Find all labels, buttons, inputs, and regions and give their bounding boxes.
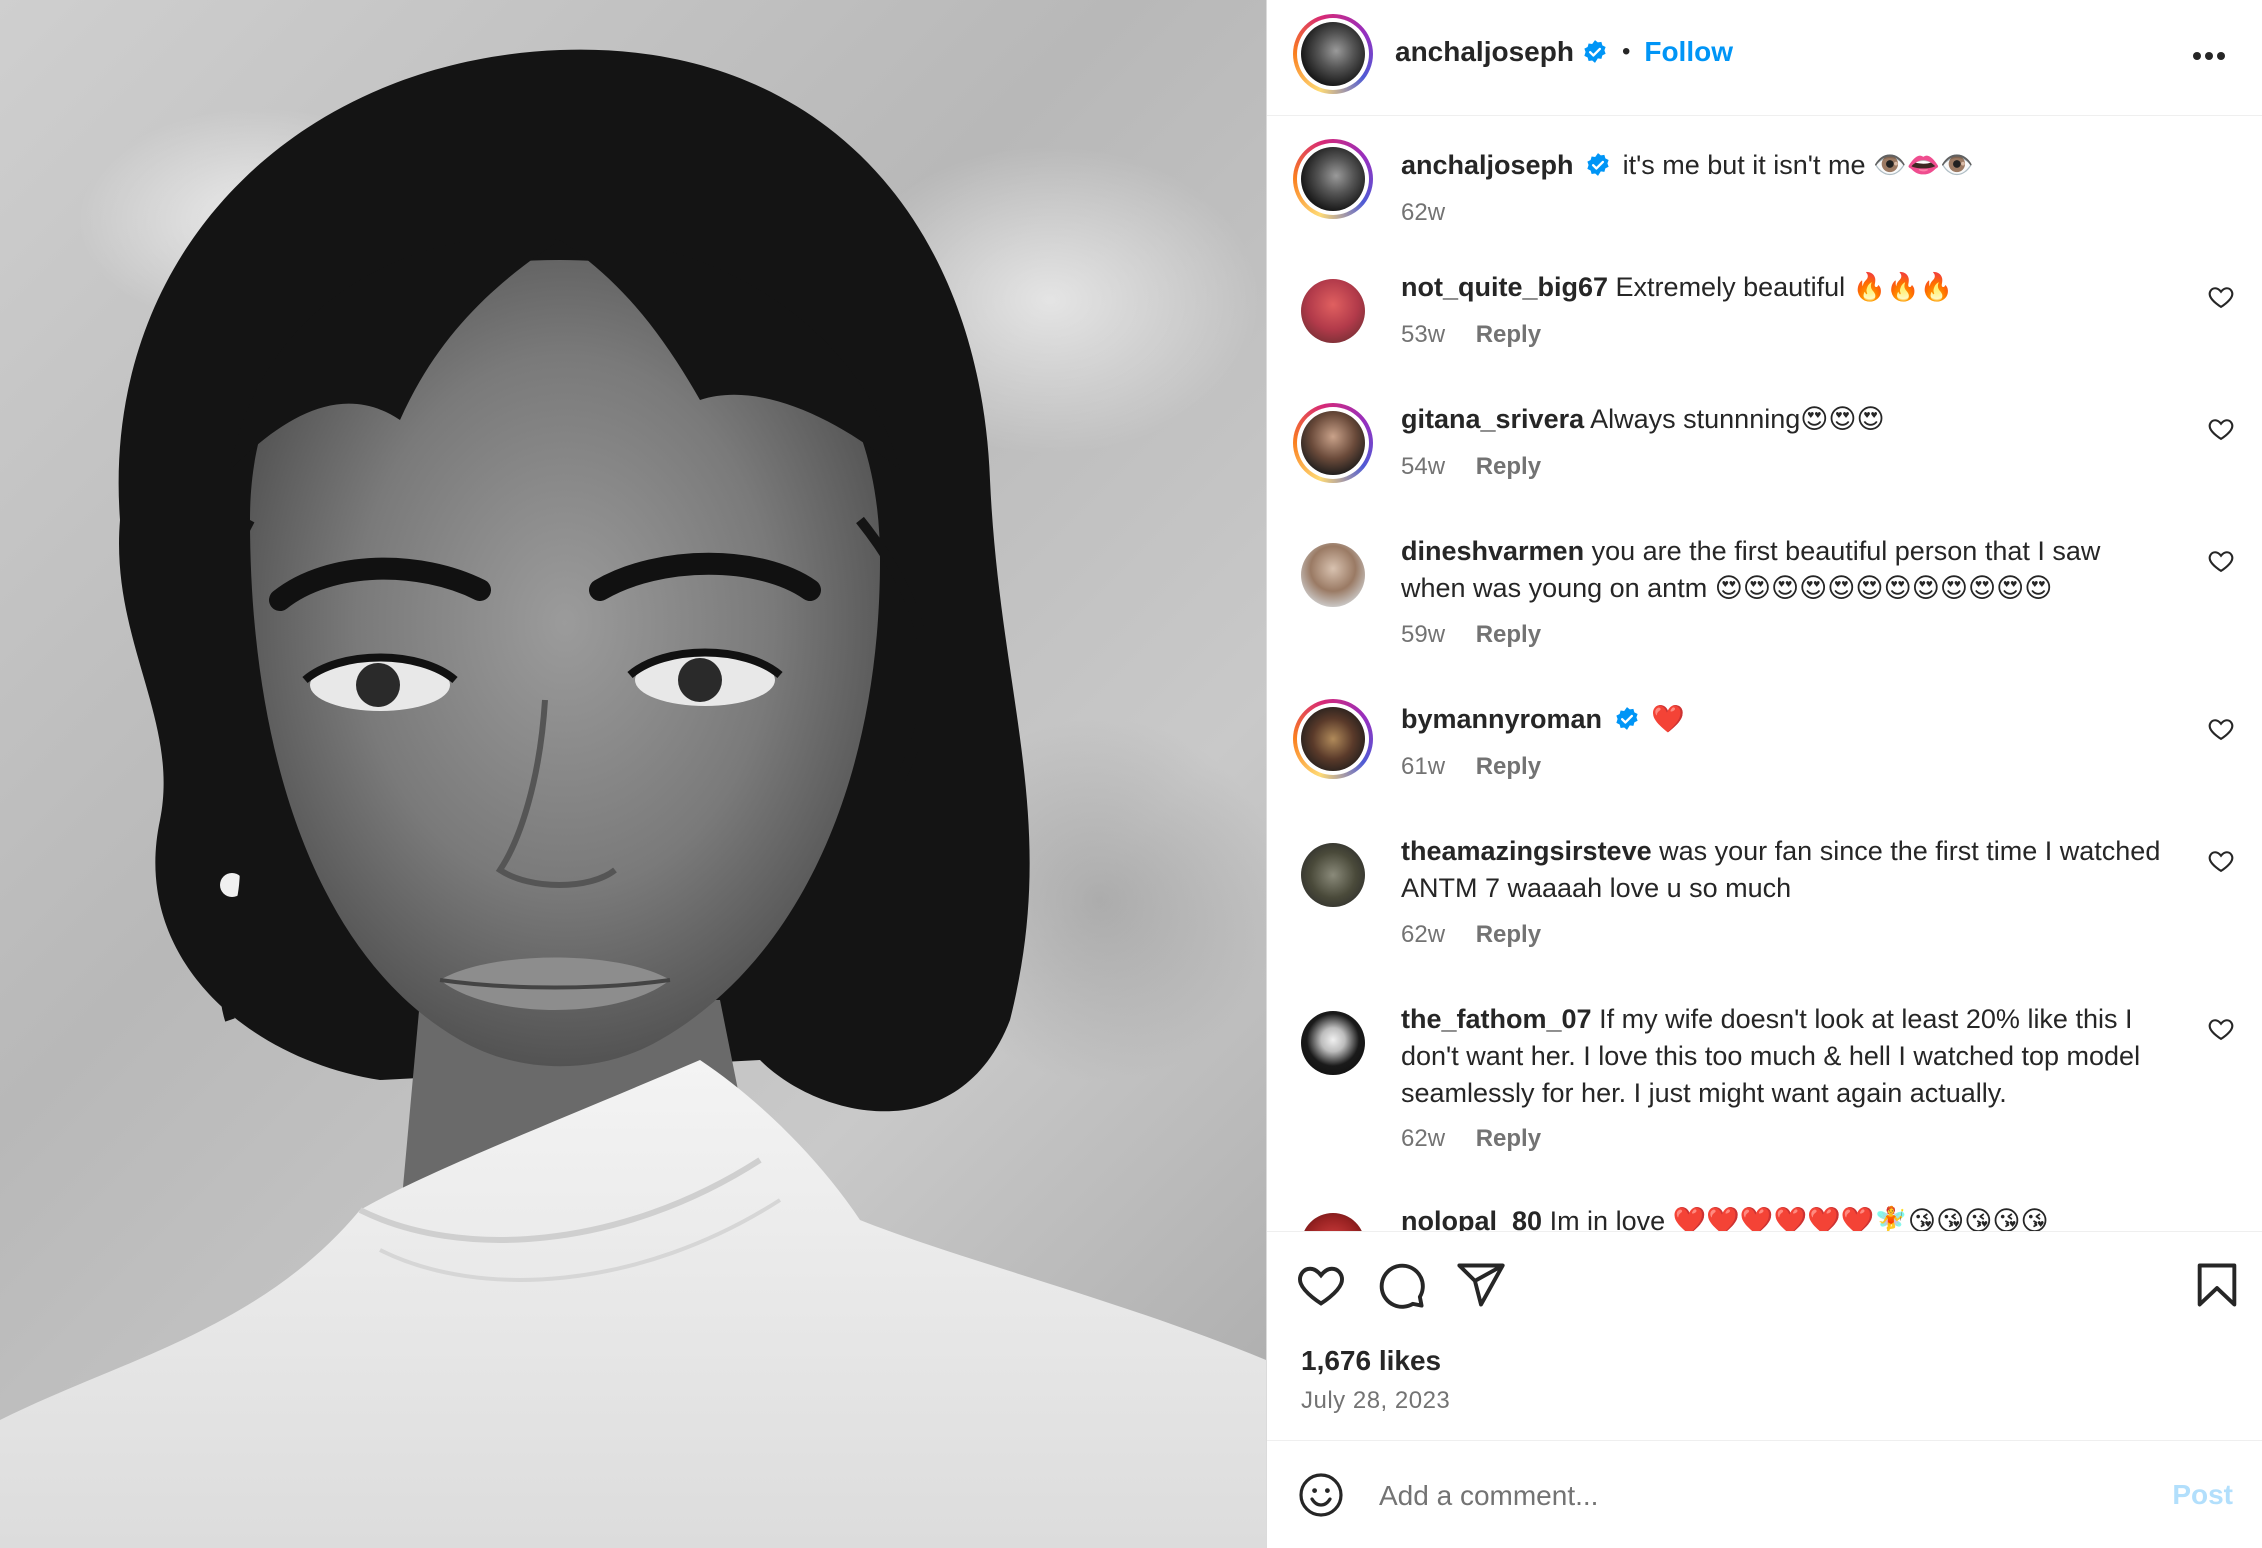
comment-icon[interactable] — [1375, 1259, 1427, 1311]
comment-meta: 53w Reply — [1401, 321, 1541, 349]
verified-badge-icon — [1615, 707, 1638, 730]
comment-meta: 62w Reply — [1401, 1125, 1541, 1153]
commenter-avatar[interactable] — [1301, 1011, 1365, 1075]
bookmark-icon[interactable] — [2191, 1259, 2243, 1311]
comment-time[interactable]: 53w — [1401, 321, 1445, 348]
heart-icon[interactable] — [1295, 1259, 1347, 1311]
verified-badge-icon — [1584, 40, 1606, 63]
reply-button[interactable]: Reply — [1476, 1125, 1541, 1152]
heart-icon[interactable] — [2207, 1015, 2235, 1043]
comment-time[interactable]: 61w — [1401, 753, 1445, 780]
comment-time[interactable]: 62w — [1401, 921, 1445, 948]
likes-count[interactable]: 1,676 likes — [1301, 1345, 1441, 1377]
comment-meta: 59w Reply — [1401, 621, 1541, 649]
heart-icon[interactable] — [2207, 415, 2235, 443]
post-button[interactable]: Post — [2172, 1479, 2233, 1511]
comment-body: ❤️ — [1651, 704, 1685, 734]
reply-button[interactable]: Reply — [1476, 921, 1541, 948]
comment-username[interactable]: bymannyroman — [1401, 704, 1602, 734]
comment-username[interactable]: not_quite_big67 — [1401, 272, 1608, 302]
comment-username[interactable]: dineshvarmen — [1401, 536, 1584, 566]
separator-dot: • — [1621, 38, 1631, 65]
comment-text: theamazingsirsteve was your fan since th… — [1401, 833, 2161, 907]
post-panel: anchaljoseph • Follow anchaljoseph it's … — [1266, 0, 2262, 1548]
heart-icon[interactable] — [2207, 847, 2235, 875]
reply-button[interactable]: Reply — [1476, 321, 1541, 348]
comment-time[interactable]: 62w — [1401, 1125, 1445, 1152]
caption-username[interactable]: anchaljoseph — [1401, 150, 1574, 180]
comment-username[interactable]: theamazingsirsteve — [1401, 836, 1652, 866]
emoji-icon[interactable] — [1297, 1471, 1345, 1519]
comment-text: dineshvarmen you are the first beautiful… — [1401, 533, 2161, 607]
commenter-avatar[interactable] — [1293, 699, 1373, 779]
comment-text: not_quite_big67 Extremely beautiful 🔥🔥🔥 — [1401, 269, 2161, 306]
reply-button[interactable]: Reply — [1476, 621, 1541, 648]
caption-body: it's me but it isn't me 👁️👄👁️ — [1622, 150, 1974, 180]
post-date[interactable]: July 28, 2023 — [1301, 1387, 1450, 1415]
share-icon[interactable] — [1455, 1259, 1507, 1311]
comment-meta: 61w Reply — [1401, 753, 1541, 781]
comments-list[interactable]: anchaljoseph it's me but it isn't me 👁️👄… — [1267, 117, 2262, 1232]
heart-icon[interactable] — [2207, 715, 2235, 743]
reply-button[interactable]: Reply — [1476, 453, 1541, 480]
caption-meta: 62w — [1401, 199, 1445, 227]
comment-input[interactable] — [1379, 1471, 2079, 1521]
post-header: anchaljoseph • Follow — [1267, 0, 2262, 116]
follow-button[interactable]: Follow — [1644, 36, 1733, 68]
author-username[interactable]: anchaljoseph — [1395, 36, 1574, 68]
post-image[interactable] — [0, 0, 1266, 1548]
portrait-photo — [0, 49, 1266, 1548]
caption-avatar[interactable] — [1293, 139, 1373, 219]
verified-badge-icon — [1587, 153, 1609, 176]
commenter-avatar[interactable] — [1293, 403, 1373, 483]
comment-time[interactable]: 54w — [1401, 453, 1445, 480]
commenter-avatar[interactable] — [1301, 1213, 1365, 1231]
comment-username[interactable]: nolopal_80 — [1401, 1206, 1542, 1231]
author-avatar[interactable] — [1293, 14, 1373, 94]
caption-time[interactable]: 62w — [1401, 199, 1445, 226]
heart-icon[interactable] — [2207, 547, 2235, 575]
comment-username[interactable]: gitana_srivera — [1401, 404, 1584, 434]
comment-body: Extremely beautiful 🔥🔥🔥 — [1615, 272, 1954, 302]
comment-body: Im in love ❤️❤️❤️❤️❤️❤️🧚😘😘😘😘😘 — [1549, 1206, 2049, 1232]
commenter-avatar[interactable] — [1301, 279, 1365, 343]
comment-text: nolopal_80 Im in love ❤️❤️❤️❤️❤️❤️🧚😘😘😘😘😘 — [1401, 1203, 2161, 1232]
reply-button[interactable]: Reply — [1476, 753, 1541, 780]
comment-text: gitana_srivera Always stunnning😍😍😍 — [1401, 401, 2161, 438]
comment-text: bymannyroman ❤️ — [1401, 701, 2161, 738]
comment-time[interactable]: 59w — [1401, 621, 1445, 648]
commenter-avatar[interactable] — [1301, 843, 1365, 907]
comment-meta: 54w Reply — [1401, 453, 1541, 481]
comment-text: the_fathom_07 If my wife doesn't look at… — [1401, 1001, 2161, 1112]
comment-username[interactable]: the_fathom_07 — [1401, 1004, 1592, 1034]
add-comment-bar: Post — [1267, 1440, 2262, 1548]
heart-icon[interactable] — [2207, 283, 2235, 311]
caption-text: anchaljoseph it's me but it isn't me 👁️👄… — [1401, 147, 2161, 184]
commenter-avatar[interactable] — [1301, 543, 1365, 607]
comment-meta: 62w Reply — [1401, 921, 1541, 949]
comment-body: Always stunnning😍😍😍 — [1590, 404, 1885, 434]
more-horizontal-icon[interactable] — [2189, 44, 2229, 68]
